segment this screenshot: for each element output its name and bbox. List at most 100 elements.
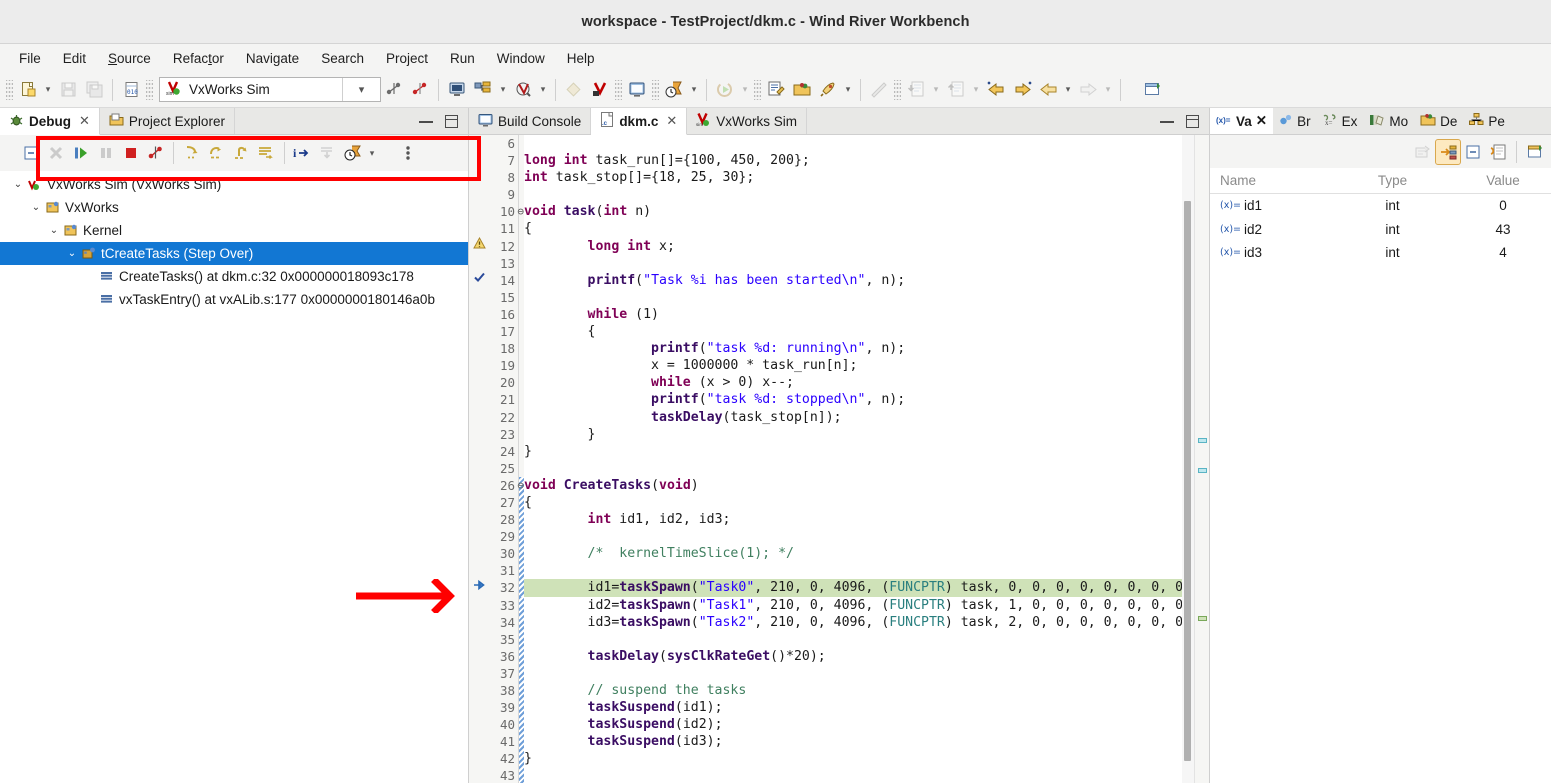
menu-file[interactable]: File: [8, 48, 52, 69]
target-manager-dropdown-caret[interactable]: ▾: [496, 77, 510, 103]
code-line[interactable]: [524, 665, 1209, 682]
tab-close-icon[interactable]: ✕: [1256, 113, 1267, 129]
timing-analysis-icon[interactable]: [661, 77, 687, 103]
target-combo-arrow[interactable]: ▾: [342, 78, 380, 101]
ruler-icon[interactable]: [866, 77, 892, 103]
menu-help[interactable]: Help: [556, 48, 606, 69]
gutter-marker-line[interactable]: [469, 648, 489, 665]
import-dropdown-caret[interactable]: ▾: [929, 77, 943, 103]
maximize-view-button[interactable]: [445, 114, 458, 128]
code-line[interactable]: }: [524, 426, 1209, 443]
code-line[interactable]: [524, 460, 1209, 477]
tab-de[interactable]: De: [1414, 108, 1463, 134]
code-line[interactable]: taskSuspend(id2);: [524, 716, 1209, 733]
toolbar-grip-5[interactable]: [754, 79, 761, 100]
gutter-marker-line[interactable]: [469, 409, 489, 426]
open-project-icon[interactable]: [789, 77, 815, 103]
terminate-icon[interactable]: [118, 141, 143, 166]
code-line[interactable]: [524, 562, 1209, 579]
code-line[interactable]: {: [524, 220, 1209, 237]
gutter-marker-line[interactable]: [469, 767, 489, 783]
tab-ex[interactable]: x= Ex: [1317, 108, 1364, 134]
back-dropdown-caret[interactable]: ▾: [1061, 77, 1075, 103]
toolbar-grip[interactable]: [6, 79, 13, 100]
gutter-marker-line[interactable]: [469, 272, 489, 289]
gutter-marker-line[interactable]: [469, 255, 489, 272]
column-header-type[interactable]: Type: [1330, 173, 1455, 188]
show-info-icon[interactable]: i: [290, 141, 315, 166]
kernel-shell-icon[interactable]: [510, 77, 536, 103]
tab-va[interactable]: (x)= Va ✕: [1210, 108, 1274, 134]
code-editor[interactable]: 6 7 8 9 10 ⊖ 11 12 13 14 15 16 17 18 19 20 21 22 23 24 25 26 ⊖…: [469, 135, 1209, 783]
warning-marker-icon[interactable]: [472, 237, 486, 255]
menu-refactor[interactable]: Refactor: [162, 48, 235, 69]
gutter-marker-line[interactable]: [469, 614, 489, 631]
code-line[interactable]: {: [524, 323, 1209, 340]
debug-tree-node[interactable]: ⌄ VxWorks: [0, 196, 468, 219]
overview-marker[interactable]: [1198, 438, 1207, 443]
drop-to-frame-icon[interactable]: [315, 141, 340, 166]
kernel-shell-dropdown-caret[interactable]: ▾: [536, 77, 550, 103]
toolbar-grip-6[interactable]: [894, 79, 901, 100]
gutter-marker-line[interactable]: [469, 494, 489, 511]
collapse-all-icon[interactable]: [18, 141, 43, 166]
new-dropdown-caret[interactable]: ▾: [41, 77, 55, 103]
editor-maximize-view-button[interactable]: [1186, 114, 1199, 128]
code-line[interactable]: int id1, id2, id3;: [524, 511, 1209, 528]
menu-run[interactable]: Run: [439, 48, 486, 69]
gutter-marker-line[interactable]: [469, 340, 489, 357]
code-line[interactable]: id1=taskSpawn("Task0", 210, 0, 4096, (FU…: [524, 579, 1209, 597]
remove-terminated-icon[interactable]: [43, 141, 68, 166]
variable-row[interactable]: (x)= id1 int 0: [1210, 194, 1551, 218]
variable-name-cell[interactable]: (x)= id2: [1210, 222, 1330, 237]
new-detail-pane-icon[interactable]: [1523, 140, 1547, 164]
code-line[interactable]: taskSuspend(id1);: [524, 699, 1209, 716]
variable-value-cell[interactable]: 0: [1455, 198, 1551, 213]
new-icon[interactable]: [15, 77, 41, 103]
code-line[interactable]: taskSuspend(id3);: [524, 733, 1209, 750]
debug-tree-node[interactable]: CreateTasks() at dkm.c:32 0x000000018093…: [0, 265, 468, 288]
back-icon[interactable]: [1035, 77, 1061, 103]
gutter-marker-line[interactable]: [469, 443, 489, 460]
menu-search[interactable]: Search: [310, 48, 375, 69]
code-line[interactable]: taskDelay(sysClkRateGet()*20);: [524, 648, 1209, 665]
code-line[interactable]: void CreateTasks(void): [524, 477, 1209, 494]
export-icon[interactable]: [943, 77, 969, 103]
variable-name-cell[interactable]: (x)= id3: [1210, 245, 1330, 260]
code-line[interactable]: // suspend the tasks: [524, 682, 1209, 699]
variable-value-cell[interactable]: 43: [1455, 222, 1551, 237]
code-line[interactable]: [524, 767, 1209, 783]
editor-minimize-view-button[interactable]: [1160, 120, 1174, 123]
code-line[interactable]: {: [524, 494, 1209, 511]
debug-tree-node[interactable]: ⌄ Kernel: [0, 219, 468, 242]
gutter-marker-line[interactable]: [469, 716, 489, 733]
code-line[interactable]: }: [524, 443, 1209, 460]
tree-twisty[interactable]: ⌄: [28, 202, 44, 213]
code-line[interactable]: long int x;: [524, 238, 1209, 255]
column-header-value[interactable]: Value: [1455, 173, 1551, 188]
check-marker-icon[interactable]: [473, 271, 486, 289]
gutter-marker-line[interactable]: [469, 511, 489, 528]
tab-br[interactable]: Br: [1273, 108, 1317, 134]
watch-dropdown-caret[interactable]: ▾: [365, 140, 379, 166]
instruction-stepping-icon[interactable]: [254, 141, 279, 166]
gutter-marker-line[interactable]: [469, 750, 489, 767]
disconnect-icon[interactable]: [143, 141, 168, 166]
collapse-variables-icon[interactable]: [1411, 140, 1435, 164]
code-line[interactable]: long int task_run[]={100, 450, 200};: [524, 152, 1209, 169]
toolbar-grip-4[interactable]: [652, 79, 659, 100]
debug-tree-node[interactable]: vxTaskEntry() at vxALib.s:177 0x00000001…: [0, 288, 468, 311]
debug-tree-node[interactable]: ⌄ tCreateTasks (Step Over): [0, 242, 468, 265]
gutter-marker-line[interactable]: [469, 699, 489, 716]
menu-project[interactable]: Project: [375, 48, 439, 69]
fold-collapse-icon[interactable]: ⊖: [517, 477, 524, 494]
editor-vertical-scrollbar[interactable]: [1182, 135, 1194, 783]
code-line[interactable]: while (1): [524, 306, 1209, 323]
target-manager-icon[interactable]: [470, 77, 496, 103]
save-icon[interactable]: [55, 77, 81, 103]
gutter-marker-line[interactable]: [469, 306, 489, 323]
gutter-marker-line[interactable]: [469, 597, 489, 614]
code-line[interactable]: [524, 289, 1209, 306]
editor-annotation-gutter[interactable]: [469, 135, 489, 783]
overview-marker[interactable]: [1198, 616, 1207, 621]
